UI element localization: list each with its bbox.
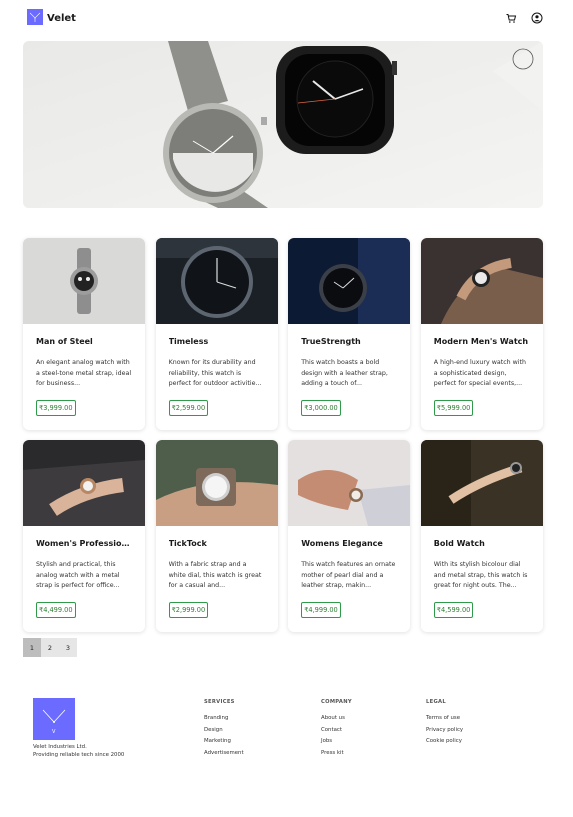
footer-services: SERVICES Branding Design Marketing Adver… bbox=[204, 699, 244, 759]
product-description: A high-end luxury watch with a sophistic… bbox=[433, 359, 527, 388]
product-price: ₹2,999.00 bbox=[168, 602, 209, 618]
product-title[interactable]: Women's Profession... bbox=[36, 539, 132, 549]
footer-company-heading: COMPANY bbox=[321, 699, 352, 705]
company-name: Velet Industries Ltd. bbox=[33, 744, 87, 750]
product-description: With a fabric strap and a white dial, th… bbox=[168, 561, 262, 590]
product-price: ₹5,999.00 bbox=[433, 400, 474, 416]
footer-legal: LEGAL Terms of use Privacy policy Cookie… bbox=[426, 699, 463, 748]
footer-link-contact[interactable]: Contact bbox=[321, 725, 352, 737]
footer-link-jobs[interactable]: Jobs bbox=[321, 736, 352, 748]
footer-services-heading: SERVICES bbox=[204, 699, 235, 705]
dark-watch-image bbox=[288, 238, 411, 324]
henna-watch-image bbox=[288, 440, 411, 526]
bold-watch-image bbox=[420, 440, 543, 526]
womens-watch-image bbox=[23, 440, 145, 526]
product-card[interactable]: Man of Steel An elegant analog watch wit… bbox=[23, 238, 145, 430]
product-title[interactable]: TickTock bbox=[169, 539, 265, 549]
product-price: ₹4,599.00 bbox=[433, 602, 474, 618]
product-card[interactable]: TickTock With a fabric strap and a white… bbox=[155, 440, 278, 632]
site-header: Velet bbox=[0, 0, 573, 40]
product-title[interactable]: Modern Men's Watch bbox=[434, 337, 530, 347]
footer-link-privacy[interactable]: Privacy policy bbox=[426, 725, 463, 737]
product-price: ₹4,999.00 bbox=[301, 602, 341, 618]
footer-link-marketing[interactable]: Marketing bbox=[204, 736, 244, 748]
product-title[interactable]: Bold Watch bbox=[434, 539, 530, 549]
product-price: ₹4,499.00 bbox=[36, 602, 76, 618]
footer-link-branding[interactable]: Branding bbox=[204, 713, 244, 725]
footer-link-about[interactable]: About us bbox=[321, 713, 352, 725]
footer-link-cookie[interactable]: Cookie policy bbox=[426, 736, 463, 748]
brand-name: Velet bbox=[47, 13, 76, 24]
product-description: This watch features an ornate mother of … bbox=[301, 561, 396, 590]
steel-watch-image bbox=[23, 238, 145, 324]
product-price: ₹2,599.00 bbox=[168, 400, 209, 416]
footer-link-design[interactable]: Design bbox=[204, 725, 244, 737]
company-tagline: Providing reliable tech since 2000 bbox=[33, 752, 125, 758]
product-card[interactable]: Womens Elegance This watch features an o… bbox=[288, 440, 411, 632]
user-icon[interactable] bbox=[531, 12, 543, 24]
product-description: An elegant analog watch with a steel-ton… bbox=[36, 359, 132, 388]
product-card[interactable]: TrueStrength This watch boasts a bold de… bbox=[288, 238, 411, 430]
footer-link-press-kit[interactable]: Press kit bbox=[321, 748, 352, 760]
footer-company-info: Velet Industries Ltd. Providing reliable… bbox=[33, 743, 124, 759]
product-description: Known for its durability and reliability… bbox=[168, 359, 262, 388]
hero-banner bbox=[23, 41, 543, 208]
product-title[interactable]: Womens Elegance bbox=[301, 539, 397, 549]
black-watch-image bbox=[155, 238, 278, 324]
cart-icon[interactable] bbox=[505, 12, 517, 24]
product-card[interactable]: Modern Men's Watch A high-end luxury wat… bbox=[420, 238, 543, 430]
product-description: With its stylish bicolour dial and metal… bbox=[433, 561, 528, 590]
page-button-1[interactable]: 1 bbox=[23, 638, 41, 657]
product-title[interactable]: Timeless bbox=[169, 337, 265, 347]
footer-link-terms[interactable]: Terms of use bbox=[426, 713, 463, 725]
product-grid: Man of Steel An elegant analog watch wit… bbox=[23, 238, 543, 632]
page-button-3[interactable]: 3 bbox=[59, 638, 77, 657]
page-button-2[interactable]: 2 bbox=[41, 638, 59, 657]
footer-logo-icon[interactable]: V bbox=[33, 698, 75, 740]
product-card[interactable]: Timeless Known for its durability and re… bbox=[155, 238, 278, 430]
wrist-watch-image bbox=[420, 238, 543, 324]
footer-link-advertisement[interactable]: Advertisement bbox=[204, 748, 244, 760]
product-price: ₹3,999.00 bbox=[36, 400, 76, 416]
brand-logo[interactable]: Velet bbox=[27, 9, 76, 25]
product-card[interactable]: Bold Watch With its stylish bicolour dia… bbox=[420, 440, 543, 632]
fabric-watch-image bbox=[155, 440, 278, 526]
product-price: ₹3,000.00 bbox=[301, 400, 341, 416]
product-title[interactable]: TrueStrength bbox=[301, 337, 397, 347]
svg-text:V: V bbox=[52, 729, 56, 735]
logo-icon bbox=[27, 9, 43, 25]
footer-company: COMPANY About us Contact Jobs Press kit bbox=[321, 699, 352, 759]
product-description: Stylish and practical, this analog watch… bbox=[36, 561, 120, 590]
product-card[interactable]: Women's Profession... Stylish and practi… bbox=[23, 440, 145, 632]
product-title[interactable]: Man of Steel bbox=[36, 337, 132, 347]
watches-hero-image bbox=[23, 41, 543, 208]
footer-legal-heading: LEGAL bbox=[426, 699, 446, 705]
product-description: This watch boasts a bold design with a l… bbox=[301, 359, 388, 388]
pagination: 1 2 3 bbox=[23, 638, 77, 657]
